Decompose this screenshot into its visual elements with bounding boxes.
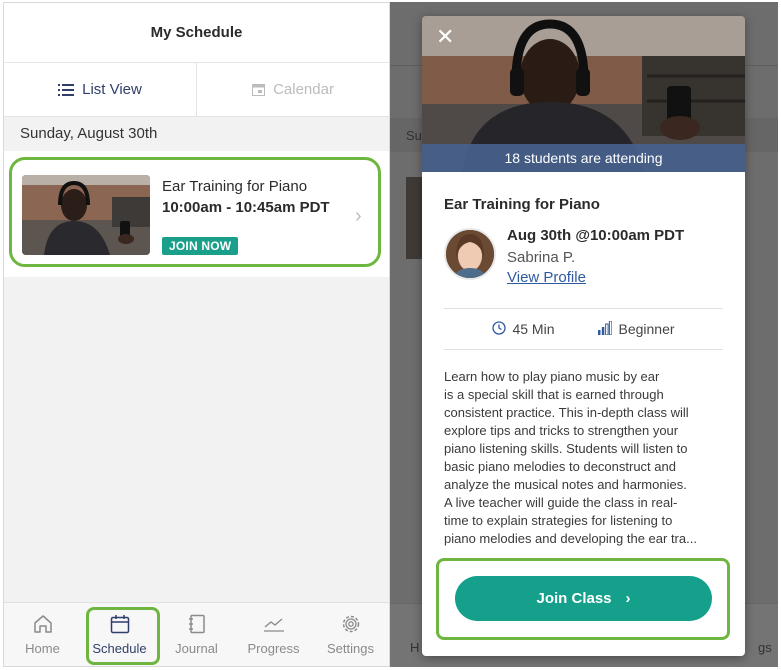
join-class-button[interactable]: Join Class › [455, 576, 712, 621]
dimmed-nav-text: H [410, 640, 420, 655]
nav-progress[interactable]: Progress [235, 603, 312, 666]
class-meta: 45 Min Beginner [444, 309, 723, 349]
level-bars-icon [598, 320, 613, 338]
description-line: is a special skill that is earned throug… [444, 387, 664, 402]
nav-label: Schedule [92, 641, 147, 656]
view-profile-link[interactable]: View Profile [507, 269, 586, 286]
date-heading: Sunday, August 30th [20, 125, 158, 142]
tab-label: List View [82, 81, 142, 98]
tab-calendar[interactable]: Calendar [197, 63, 389, 116]
home-icon [32, 613, 54, 638]
attending-banner: 18 students are attending [422, 144, 745, 172]
chart-icon [262, 613, 286, 638]
bottom-nav: Home Schedule Journal Progress Settings [4, 602, 389, 666]
description-line: basic piano melodies to deconstruct and [444, 459, 676, 474]
join-now-badge[interactable]: JOIN NOW [162, 237, 239, 255]
class-title: Ear Training for Piano [162, 178, 308, 195]
nav-label: Settings [327, 641, 374, 656]
duration-label: 45 Min [512, 321, 555, 337]
page-title: My Schedule [4, 3, 389, 63]
schedule-screen: My Schedule List View Calendar Sunday, A… [3, 2, 390, 667]
description-line: explore tips and tricks to strengthen yo… [444, 423, 679, 438]
nav-journal[interactable]: Journal [158, 603, 235, 666]
class-thumbnail [22, 175, 150, 255]
description-line: A live teacher will guide the class in r… [444, 495, 678, 510]
class-card[interactable]: Ear Training for Piano 10:00am - 10:45am… [4, 151, 389, 277]
nav-settings[interactable]: Settings [312, 603, 389, 666]
level-label: Beginner [618, 321, 675, 337]
description-line: Learn how to play piano music by ear [444, 369, 660, 384]
close-icon[interactable]: ✕ [436, 26, 454, 48]
class-datetime: Aug 30th @10:00am PDT [507, 227, 685, 244]
class-time: 10:00am - 10:45am PDT [162, 199, 330, 216]
chevron-right-icon: › [625, 590, 631, 607]
class-description: Learn how to play piano music by ear is … [444, 368, 726, 548]
nav-label: Home [25, 641, 60, 656]
duration: 45 Min [492, 320, 555, 338]
description-line: piano listening skills. Students will li… [444, 441, 688, 456]
tab-label: Calendar [273, 81, 334, 98]
nav-home[interactable]: Home [4, 603, 81, 666]
level: Beginner [598, 320, 675, 338]
chevron-right-icon: › [355, 205, 362, 227]
schedule-list: Sunday, August 30th Ear Training for Pia… [4, 117, 389, 666]
divider [444, 349, 723, 350]
description-line: time to explain strategies for listening… [444, 513, 673, 528]
clock-icon [492, 320, 507, 338]
nav-label: Journal [175, 641, 218, 656]
list-icon [58, 83, 75, 96]
nav-label: Progress [247, 641, 300, 656]
view-tabs: List View Calendar [4, 63, 389, 117]
teacher-name: Sabrina P. [507, 249, 576, 266]
avatar [444, 228, 496, 280]
class-hero-image: ✕ 18 students are attending [422, 16, 745, 172]
join-class-label: Join Class [536, 590, 612, 607]
modal-class-title: Ear Training for Piano [444, 196, 600, 213]
description-line: piano melodies and developing the ear tr… [444, 531, 697, 546]
calendar-icon [252, 83, 266, 96]
journal-icon [186, 613, 208, 638]
dimmed-date-text: Su [406, 128, 422, 143]
gear-icon [340, 613, 362, 638]
description-line: consistent practice. This in-depth class… [444, 405, 689, 420]
tab-list-view[interactable]: List View [4, 63, 197, 116]
description-line: analyze the musical notes and harmonies. [444, 477, 687, 492]
dimmed-nav-text: gs [758, 640, 772, 655]
nav-schedule[interactable]: Schedule [81, 603, 158, 666]
calendar-icon [109, 613, 131, 638]
